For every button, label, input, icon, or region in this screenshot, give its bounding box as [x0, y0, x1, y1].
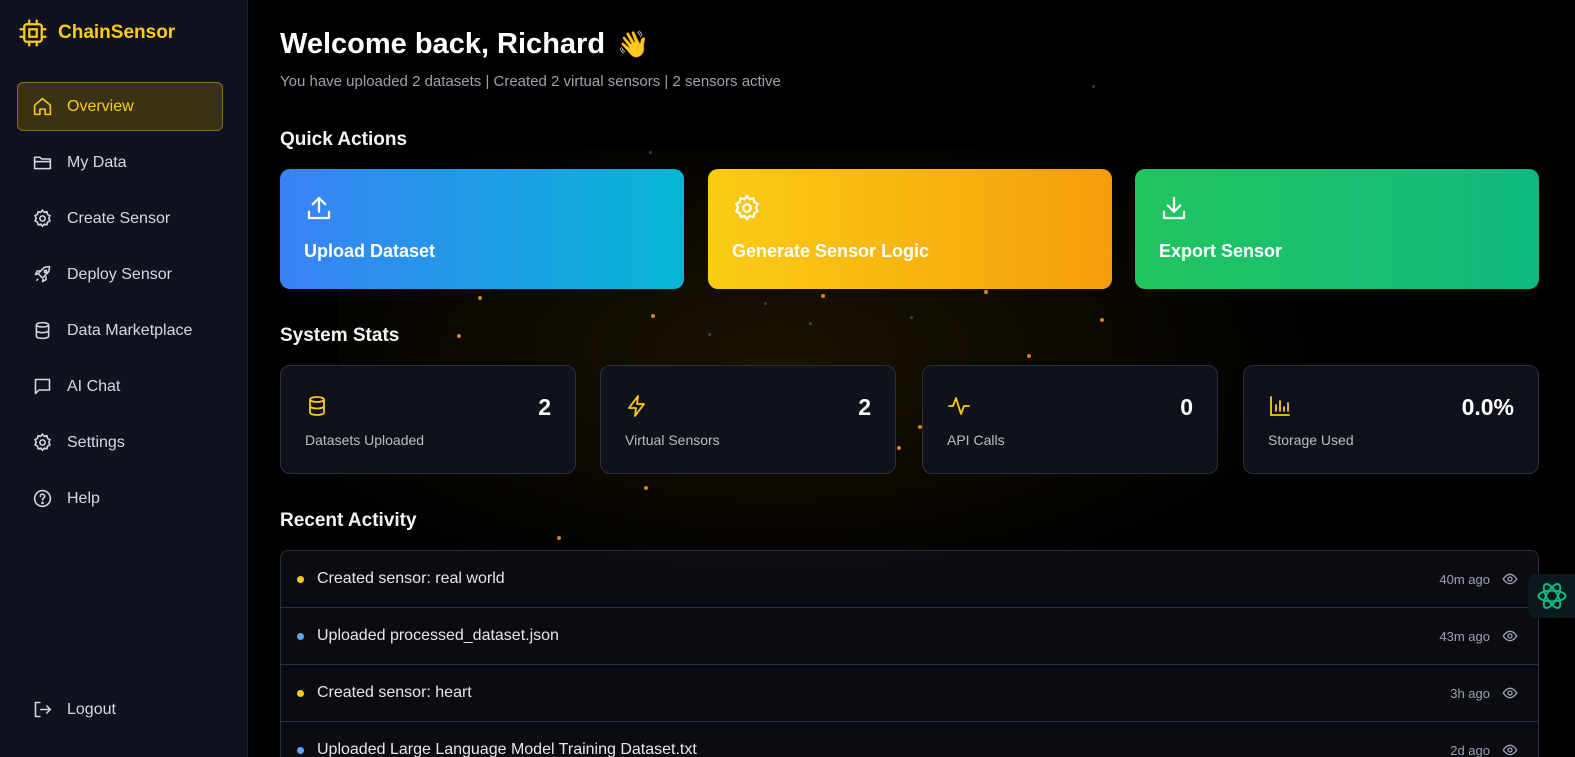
sidebar-item-label: Settings — [67, 433, 125, 451]
rocket-icon — [34, 265, 51, 283]
upload-dataset-label: Upload Dataset — [304, 241, 436, 261]
gear-icon — [34, 432, 51, 452]
page-subtitle: You have uploaded 2 datasets | Created 2… — [280, 73, 781, 90]
gear-icon — [34, 208, 51, 228]
sidebar-item-label: Deploy Sensor — [67, 265, 172, 283]
system-stats-title: System Stats — [280, 325, 400, 346]
lightning-icon — [628, 395, 645, 417]
stat-card-virtual-sensors: 2 Virtual Sensors — [600, 365, 896, 474]
generate-sensor-logic-button[interactable]: Generate Sensor Logic — [708, 169, 1112, 289]
eye-icon[interactable] — [1502, 628, 1518, 644]
logout-label: Logout — [67, 700, 116, 718]
sidebar-item-data-marketplace[interactable]: Data Marketplace — [17, 306, 223, 355]
list-item[interactable]: Uploaded Large Language Model Training D… — [281, 722, 1538, 757]
waving-hand-icon: 👋 — [617, 29, 650, 59]
sidebar-item-help[interactable]: Help — [17, 474, 223, 523]
sidebar-item-my-data[interactable]: My Data — [17, 138, 223, 187]
list-item[interactable]: Created sensor: heart 3h ago — [281, 665, 1538, 722]
status-dot — [297, 632, 304, 640]
activity-time: 43m ago — [1439, 628, 1490, 644]
activity-text: Uploaded processed_dataset.json — [317, 627, 559, 644]
sidebar-item-label: AI Chat — [67, 377, 121, 395]
stat-label: Virtual Sensors — [625, 432, 720, 448]
eye-icon[interactable] — [1502, 742, 1518, 757]
sidebar-item-settings[interactable]: Settings — [17, 418, 223, 467]
brand-name: ChainSensor — [58, 22, 176, 43]
recent-activity-list: Created sensor: real world 40m ago Uploa… — [280, 550, 1539, 757]
stat-card-storage: 0.0% Storage Used — [1243, 365, 1539, 474]
stat-value: 0 — [1180, 394, 1193, 420]
ai-assistant-button[interactable] — [1528, 574, 1575, 618]
sidebar-item-label: Help — [67, 489, 100, 507]
recent-activity-title: Recent Activity — [280, 510, 417, 531]
page-title: Welcome back, Richard 👋 — [280, 28, 649, 61]
database-icon — [35, 321, 50, 340]
database-icon — [309, 396, 325, 416]
sidebar-item-label: Overview — [67, 97, 134, 115]
list-item[interactable]: Uploaded processed_dataset.json 43m ago — [281, 608, 1538, 665]
eye-icon[interactable] — [1502, 685, 1518, 701]
status-dot — [297, 746, 304, 754]
gear-icon — [734, 194, 760, 221]
status-dot — [297, 689, 304, 697]
list-item[interactable]: Created sensor: real world 40m ago — [281, 551, 1538, 608]
export-sensor-button[interactable]: Export Sensor — [1135, 169, 1539, 289]
chat-icon — [34, 378, 51, 395]
status-dot — [297, 575, 304, 583]
activity-text: Created sensor: real world — [317, 570, 505, 587]
stat-label: API Calls — [947, 432, 1005, 448]
quick-actions-title: Quick Actions — [280, 129, 408, 150]
help-icon — [33, 489, 52, 508]
sidebar-item-deploy-sensor[interactable]: Deploy Sensor — [17, 250, 223, 299]
sidebar-item-label: My Data — [67, 153, 127, 171]
stat-card-api-calls: 0 API Calls — [922, 365, 1218, 474]
chip-icon — [19, 19, 47, 47]
stat-card-datasets: 2 Datasets Uploaded — [280, 365, 576, 474]
upload-icon — [307, 196, 331, 220]
home-icon — [33, 97, 52, 116]
ai-assistant-icon — [1537, 583, 1566, 609]
welcome-text: Welcome back, Richard — [280, 28, 606, 60]
sidebar-item-label: Create Sensor — [67, 209, 171, 227]
upload-dataset-button[interactable]: Upload Dataset — [280, 169, 684, 289]
activity-text: Created sensor: heart — [317, 684, 472, 701]
main-content: Welcome back, Richard 👋 You have uploade… — [248, 0, 1575, 757]
logout-button[interactable]: Logout — [17, 685, 223, 734]
sidebar-item-create-sensor[interactable]: Create Sensor — [17, 194, 223, 243]
sidebar-nav: Overview My Data Create Sensor Deploy Se… — [17, 82, 223, 530]
activity-icon — [948, 397, 970, 415]
stat-label: Datasets Uploaded — [305, 432, 425, 448]
stat-value: 0.0% — [1461, 394, 1514, 420]
eye-icon[interactable] — [1502, 571, 1518, 587]
download-icon — [1162, 196, 1186, 220]
activity-time: 3h ago — [1450, 685, 1490, 701]
stat-label: Storage Used — [1268, 432, 1354, 448]
bar-chart-icon — [1270, 396, 1290, 416]
stat-value: 2 — [858, 394, 871, 420]
sidebar-item-label: Data Marketplace — [67, 321, 193, 339]
activity-text: Uploaded Large Language Model Training D… — [317, 741, 697, 757]
sidebar-item-overview[interactable]: Overview — [17, 82, 223, 131]
logout-container: Logout — [17, 685, 223, 741]
sidebar: ChainSensor Overview My Data Create Sens… — [0, 0, 248, 757]
activity-time: 2d ago — [1450, 742, 1490, 757]
stat-value: 2 — [538, 394, 551, 420]
export-sensor-label: Export Sensor — [1159, 241, 1283, 261]
brand[interactable]: ChainSensor — [18, 18, 175, 48]
logout-icon — [34, 701, 52, 718]
activity-time: 40m ago — [1439, 571, 1490, 587]
sidebar-item-ai-chat[interactable]: AI Chat — [17, 362, 223, 411]
folder-icon — [33, 156, 52, 170]
generate-sensor-logic-label: Generate Sensor Logic — [732, 241, 930, 261]
